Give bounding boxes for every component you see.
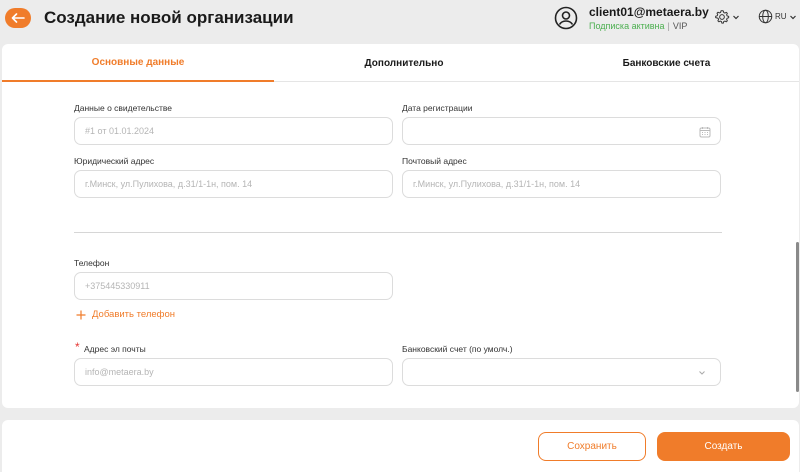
- plan-badge: VIP: [672, 21, 688, 31]
- chevron-down-icon: [699, 371, 705, 375]
- separator: |: [667, 21, 670, 31]
- scrollbar[interactable]: [796, 242, 799, 392]
- subscription-info: Подписка активна | VIP: [589, 21, 687, 31]
- form-card: Основные данные Дополнительно Банковские…: [2, 44, 799, 408]
- postal-address-label: Почтовый адрес: [402, 156, 467, 166]
- legal-address-input[interactable]: г.Минск, ул.Пулихова, д.31/1-1н, пом. 14: [74, 170, 393, 198]
- back-button[interactable]: [5, 8, 31, 28]
- legal-address-label: Юридический адрес: [74, 156, 155, 166]
- arrow-left-icon: [11, 13, 25, 23]
- top-header: Создание новой организации client01@meta…: [0, 0, 800, 40]
- settings-menu[interactable]: [714, 9, 740, 25]
- bank-account-select[interactable]: [402, 358, 721, 386]
- chevron-down-icon: [733, 15, 739, 20]
- certificate-input[interactable]: #1 от 01.01.2024: [74, 117, 393, 145]
- bank-account-label: Банковский счет (по умолч.): [402, 344, 513, 354]
- email-input[interactable]: info@metaera.by: [74, 358, 393, 386]
- save-button[interactable]: Сохранить: [538, 432, 646, 461]
- user-avatar-icon[interactable]: [554, 6, 578, 30]
- globe-icon: [758, 9, 773, 24]
- phone-input[interactable]: +375445330911: [74, 272, 393, 300]
- subscription-status: Подписка активна: [589, 21, 665, 31]
- calendar-icon[interactable]: [699, 126, 711, 138]
- plus-icon: [76, 310, 86, 319]
- gear-icon: [715, 10, 730, 24]
- tab-main-data[interactable]: Основные данные: [2, 44, 274, 82]
- page-title: Создание новой организации: [44, 8, 294, 27]
- chevron-down-icon: [789, 15, 796, 19]
- email-label: Адрес эл почты: [84, 344, 146, 354]
- add-phone-label: Добавить телефон: [92, 309, 176, 320]
- user-email: client01@metaera.by: [589, 5, 709, 19]
- reg-date-label: Дата регистрации: [402, 103, 473, 113]
- create-button[interactable]: Создать: [657, 432, 790, 461]
- required-marker: *: [75, 340, 80, 354]
- postal-address-input[interactable]: г.Минск, ул.Пулихова, д.31/1-1н, пом. 14: [402, 170, 721, 198]
- footer-bar: Сохранить Создать: [2, 420, 799, 472]
- language-label: RU: [775, 12, 787, 21]
- tab-additional[interactable]: Дополнительно: [274, 44, 534, 82]
- phone-label: Телефон: [74, 258, 110, 268]
- reg-date-input[interactable]: [402, 117, 721, 145]
- tab-bank-accounts[interactable]: Банковские счета: [534, 44, 799, 82]
- tab-bar: Основные данные Дополнительно Банковские…: [2, 44, 799, 82]
- language-selector[interactable]: RU: [758, 9, 797, 24]
- add-phone-button[interactable]: Добавить телефон: [76, 309, 175, 320]
- section-divider: [74, 232, 722, 233]
- certificate-label: Данные о свидетельстве: [74, 103, 172, 113]
